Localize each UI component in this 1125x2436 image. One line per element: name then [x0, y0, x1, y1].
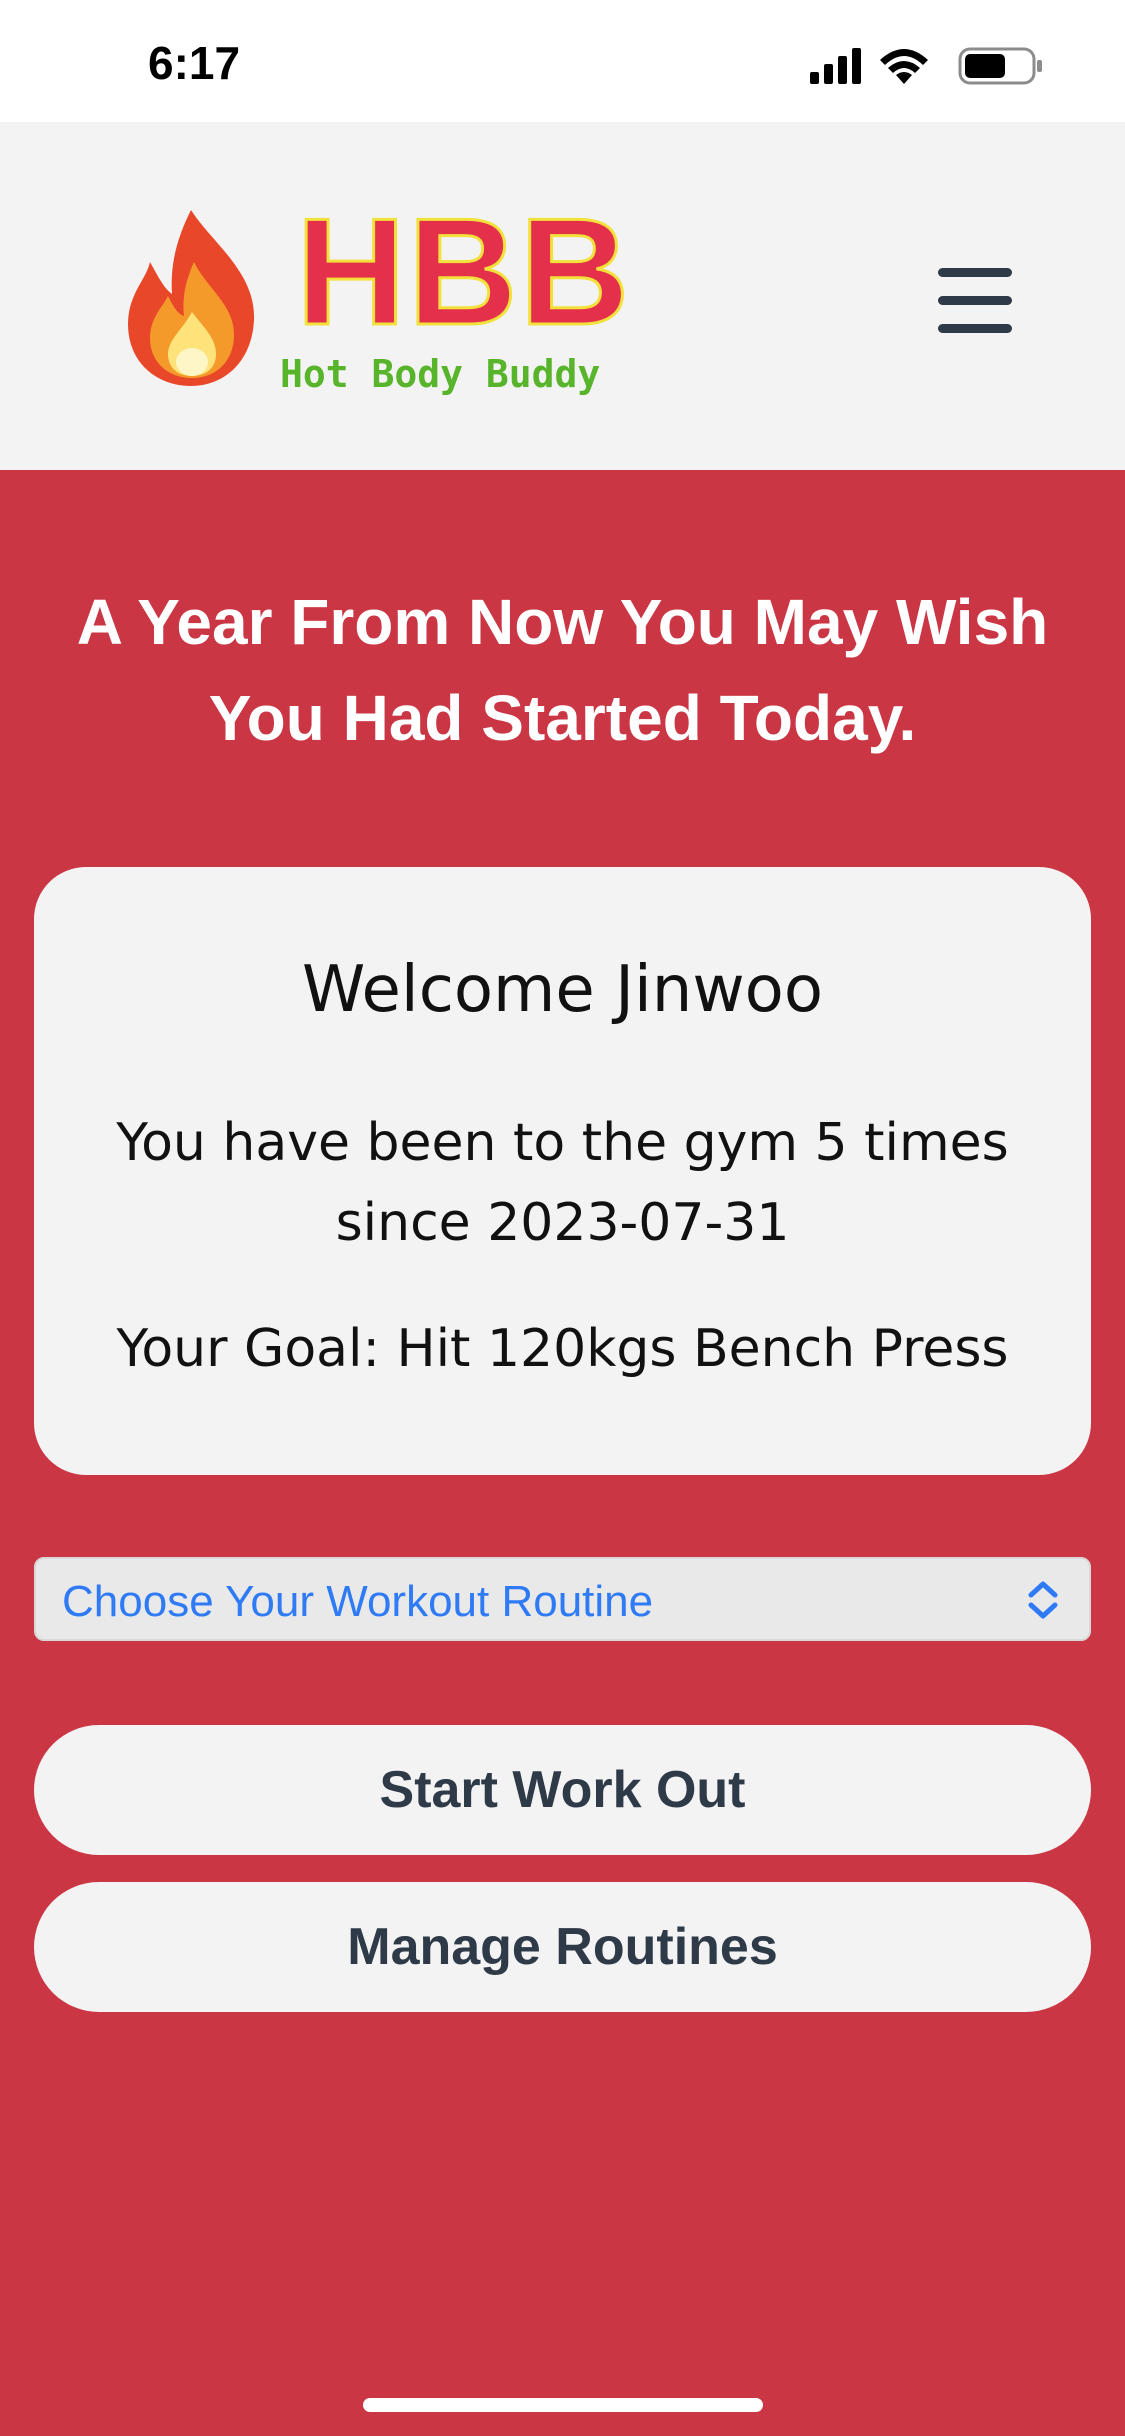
manage-routines-button[interactable]: Manage Routines	[34, 1882, 1091, 2012]
gym-visits-since: since 2023-07-31	[335, 1193, 790, 1253]
user-goal: Your Goal: Hit 120kgs Bench Press	[116, 1319, 1009, 1379]
workout-routine-select[interactable]: Choose Your Workout Routine	[34, 1557, 1091, 1641]
welcome-greeting: Welcome Jinwoo	[302, 953, 823, 1027]
status-icons	[808, 44, 1048, 92]
signal-icon	[810, 48, 861, 84]
gym-visits-summary: You have been to the gym 5 times since 2…	[74, 1103, 1051, 1263]
motivational-heading: A Year From Now You May Wish You Had Sta…	[60, 574, 1065, 766]
home-indicator[interactable]	[363, 2398, 763, 2412]
status-time: 6:17	[148, 37, 241, 89]
app-logo[interactable]: HBB Hot Body Buddy	[116, 195, 636, 402]
logo-title: HBB	[294, 187, 632, 357]
status-bar: 6:17	[0, 0, 1125, 122]
motivational-line-2: You Had Started Today.	[208, 682, 917, 754]
start-workout-button[interactable]: Start Work Out	[34, 1725, 1091, 1855]
flame-icon	[128, 210, 255, 386]
app-header: HBB Hot Body Buddy	[0, 122, 1125, 470]
wifi-icon	[880, 49, 928, 84]
chevron-updown-icon	[1028, 1581, 1058, 1619]
hamburger-menu-icon[interactable]	[932, 258, 1018, 342]
motivational-line-1: A Year From Now You May Wish	[76, 586, 1049, 658]
gym-visits-count: You have been to the gym 5 times	[116, 1113, 1009, 1173]
welcome-card: Welcome Jinwoo You have been to the gym …	[34, 867, 1091, 1475]
logo-subtitle: Hot Body Buddy	[280, 352, 601, 396]
routine-select-value: Choose Your Workout Routine	[62, 1577, 654, 1626]
battery-icon	[958, 47, 1042, 85]
